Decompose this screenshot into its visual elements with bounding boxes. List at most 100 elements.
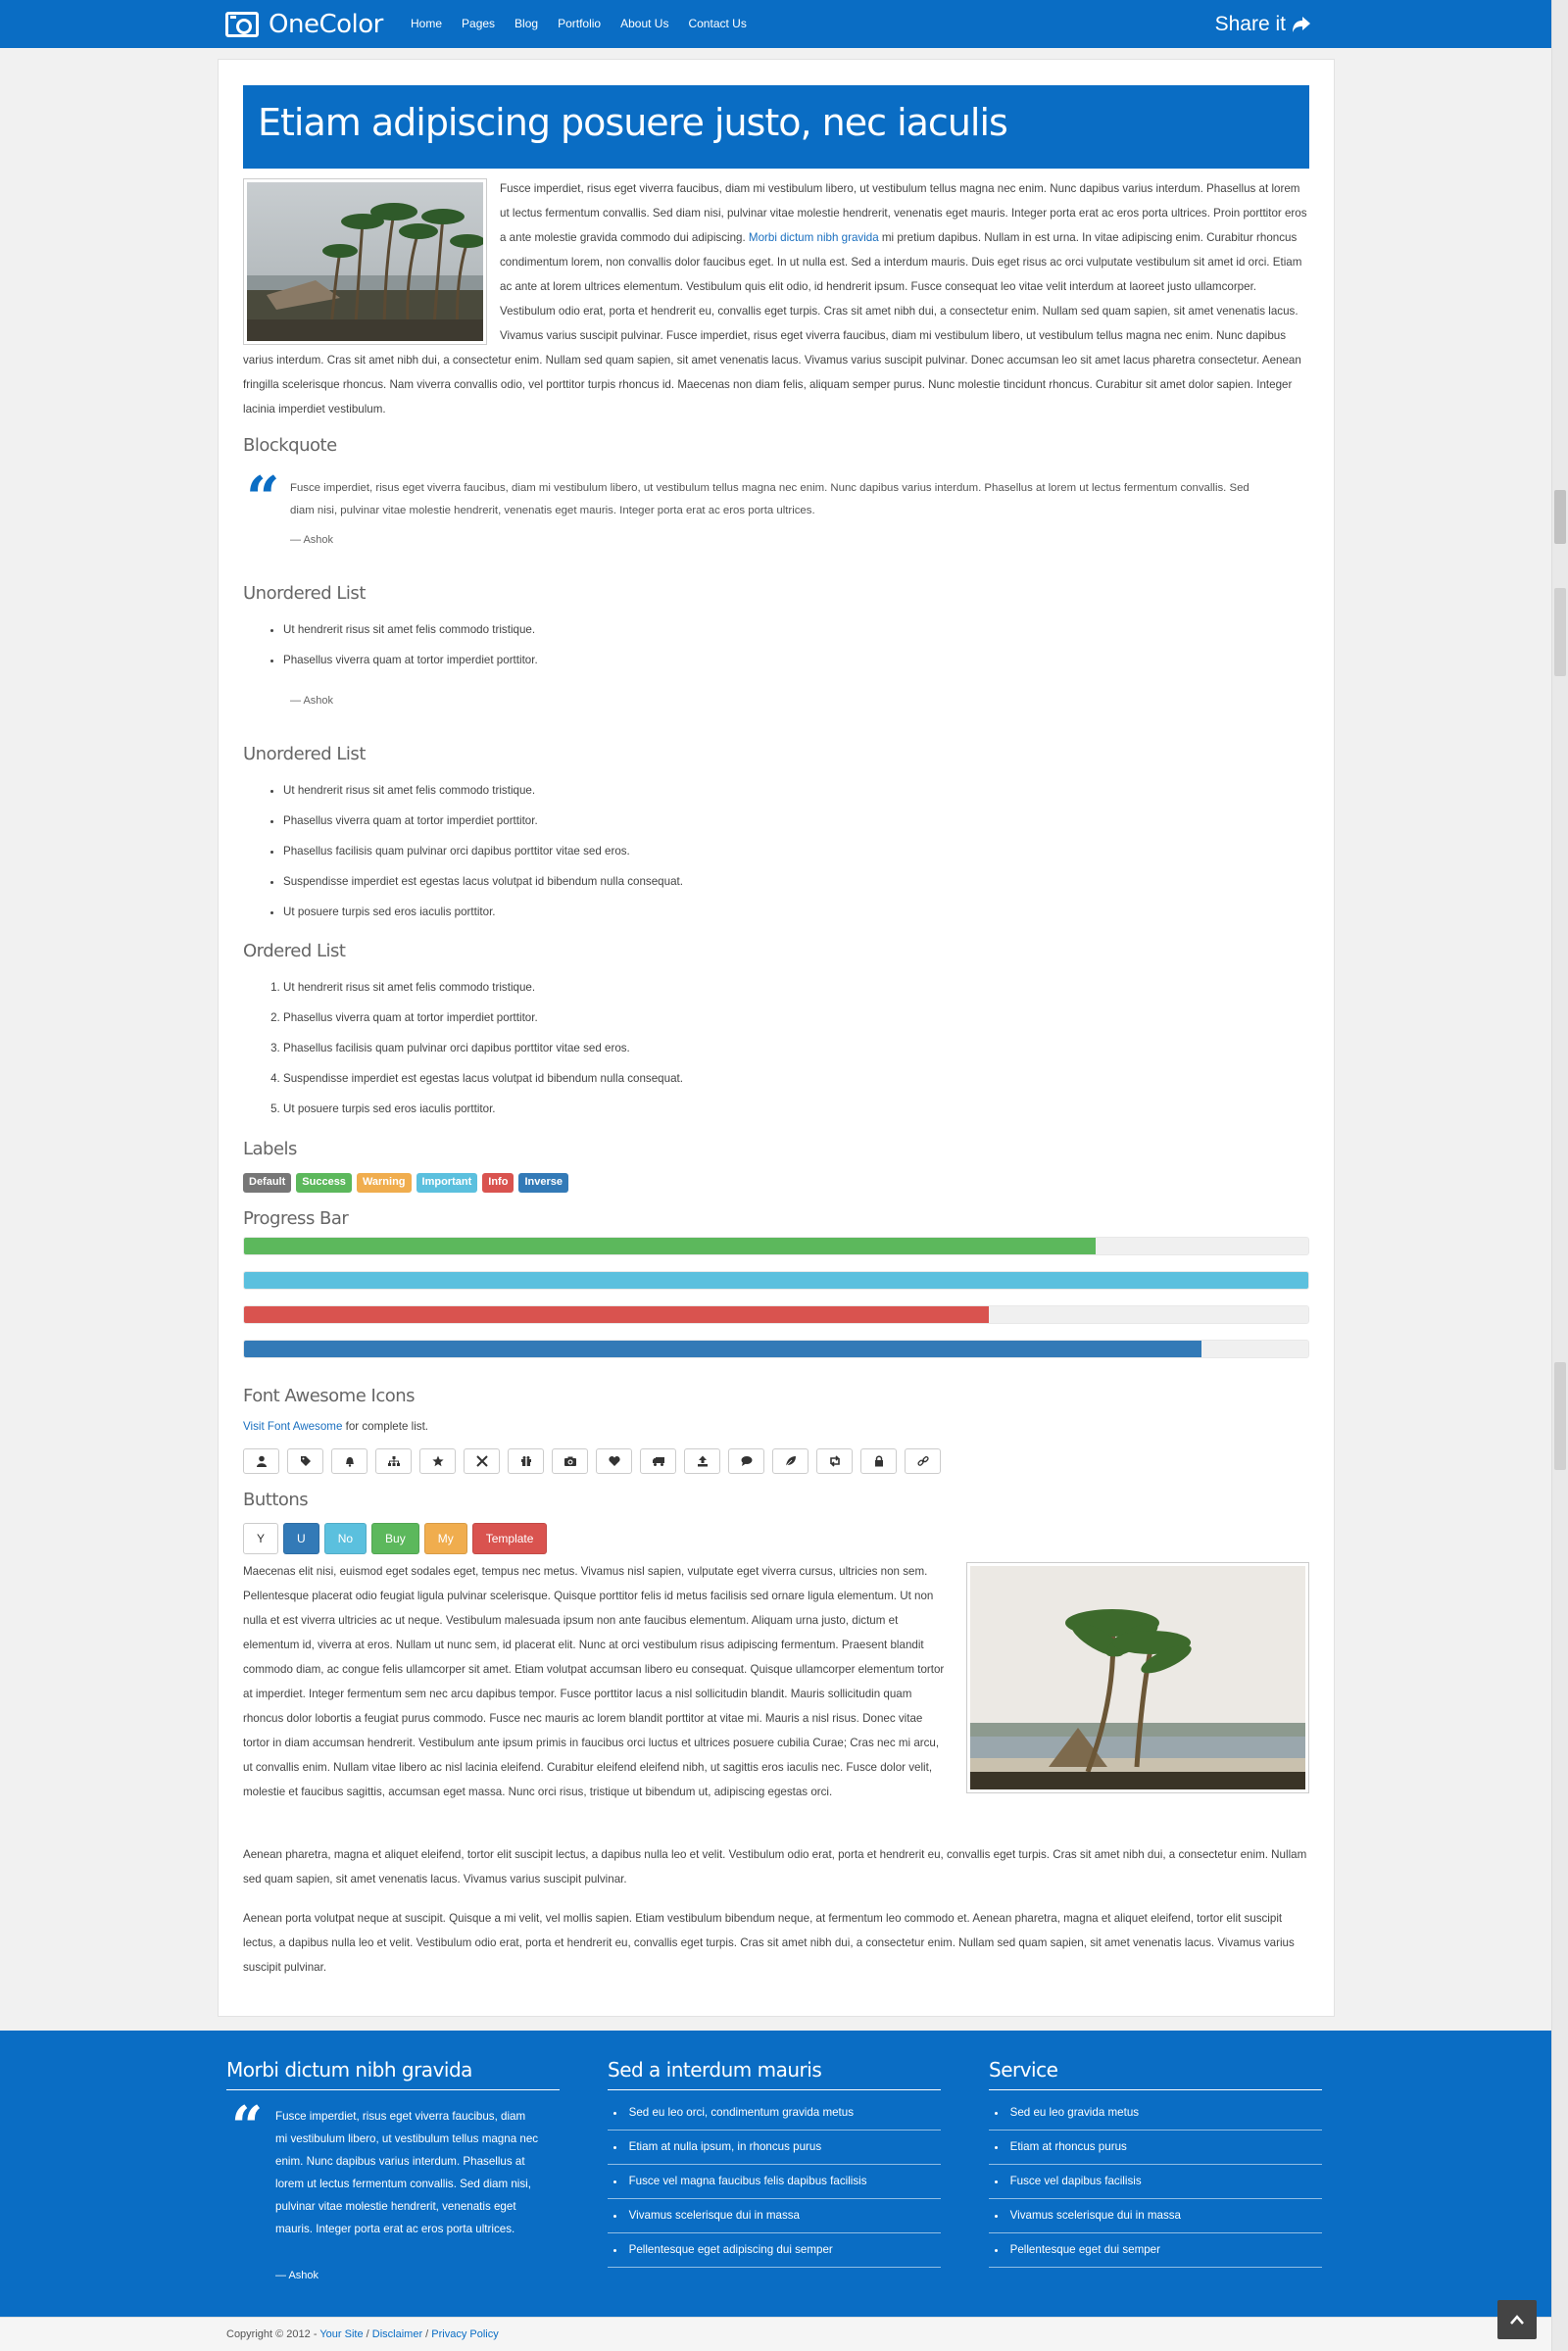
upload-icon[interactable] (684, 1448, 720, 1474)
footer-col-links-2: Service Sed eu leo gravida metus Etiam a… (989, 2058, 1322, 2268)
button-my[interactable]: My (423, 1523, 467, 1554)
heart-icon[interactable] (596, 1448, 632, 1474)
nav-portfolio[interactable]: Portfolio (558, 17, 601, 30)
brand-name: OneColor (269, 10, 383, 39)
retweet-icon[interactable] (816, 1448, 853, 1474)
list-item: Phasellus viverra quam at tortor imperdi… (283, 1010, 683, 1041)
page-scrollbar[interactable] (1551, 0, 1568, 2351)
progress-fill (244, 1238, 1096, 1254)
footer-link[interactable]: Pellentesque eget dui semper (989, 2233, 1322, 2268)
label-warning: Warning (356, 1173, 412, 1193)
blockquote-cite: — Ashok (290, 534, 334, 546)
unordered-list-heading: Unordered List (243, 583, 366, 604)
lock-icon[interactable] (860, 1448, 897, 1474)
progress-heading: Progress Bar (243, 1208, 349, 1229)
top-navbar: OneColor Home Pages Blog Portfolio About… (0, 0, 1551, 48)
footer-quote-cite: — Ashok (275, 2270, 319, 2281)
label-default: Default (243, 1173, 292, 1193)
buttons-heading: Buttons (243, 1490, 309, 1510)
footer-link[interactable]: Fusce vel dapibus facilisis (989, 2165, 1322, 2199)
label-info: Info (482, 1173, 514, 1193)
footer-col-title: Morbi dictum nibh gravida (226, 2058, 560, 2090)
disclaimer-link[interactable]: Disclaimer (372, 2328, 422, 2340)
share-label: Share it (1214, 13, 1286, 35)
footer-link[interactable]: Sed eu leo orci, condimentum gravida met… (608, 2096, 941, 2131)
footer-link[interactable]: Fusce vel magna faucibus felis dapibus f… (608, 2165, 941, 2199)
footer-link[interactable]: Vivamus scelerisque dui in massa (989, 2199, 1322, 2233)
brand-logo-link[interactable]: OneColor (225, 8, 383, 41)
gift-icon[interactable] (508, 1448, 544, 1474)
list-item: Phasellus viverra quam at tortor imperdi… (283, 813, 683, 844)
nav-about-us[interactable]: About Us (620, 17, 668, 30)
quote-mark-icon: “ (246, 465, 280, 533)
nav-contact-us[interactable]: Contact Us (688, 17, 746, 30)
truck-icon[interactable] (640, 1448, 676, 1474)
list-item: Suspendisse imperdiet est egestas lacus … (283, 1071, 683, 1102)
sitemap-icon[interactable] (375, 1448, 412, 1474)
camera-logo-icon (225, 12, 259, 37)
blockquote-heading: Blockquote (243, 435, 337, 456)
share-arrow-icon (1293, 17, 1310, 32)
list-item: Ut posuere turpis sed eros iaculis portt… (283, 1102, 683, 1132)
footer-link[interactable]: Etiam at rhoncus purus (989, 2131, 1322, 2165)
privacy-policy-link[interactable]: Privacy Policy (431, 2328, 498, 2340)
tag-icon[interactable] (287, 1448, 323, 1474)
nav-home[interactable]: Home (411, 17, 442, 30)
scrollbar-track-segment (1554, 588, 1566, 676)
chevron-up-icon (1510, 2315, 1524, 2325)
footer-link[interactable]: Etiam at nulla ipsum, in rhoncus purus (608, 2131, 941, 2165)
user-icon[interactable] (243, 1448, 279, 1474)
list-item: Ut hendrerit risus sit amet felis commod… (283, 622, 538, 653)
camera-icon[interactable] (552, 1448, 588, 1474)
button-template[interactable]: Template (471, 1523, 548, 1554)
back-to-top-button[interactable] (1497, 2300, 1537, 2339)
scrollbar-thumb[interactable] (1554, 490, 1566, 544)
ordered-list-heading: Ordered List (243, 941, 346, 961)
footer-link-list: Sed eu leo orci, condimentum gravida met… (608, 2096, 941, 2268)
blockquote-text: Fusce imperdiet, risus eget viverra fauc… (290, 482, 1250, 516)
list-item: Phasellus facilisis quam pulvinar orci d… (283, 844, 683, 874)
button-u[interactable]: U (283, 1523, 319, 1554)
footer-link[interactable]: Sed eu leo gravida metus (989, 2096, 1322, 2131)
footer: Morbi dictum nibh gravida “ Fusce imperd… (0, 2031, 1551, 2317)
article-paragraph-4: Aenean porta volutpat neque at suscipit.… (243, 1912, 1295, 1974)
intro-link[interactable]: Morbi dictum nibh gravida (749, 231, 879, 244)
label-important: Important (416, 1173, 478, 1193)
button-no[interactable]: No (323, 1523, 368, 1554)
content-card: Etiam adipiscing posuere justo, nec iacu… (218, 59, 1335, 2017)
bell-icon[interactable] (331, 1448, 368, 1474)
list-item: Ut posuere turpis sed eros iaculis portt… (283, 905, 683, 935)
article-image-beach (966, 1562, 1309, 1793)
progress-fill (244, 1272, 1308, 1289)
copyright-text: Copyright © 2012 - Your Site / Disclaime… (226, 2328, 499, 2340)
your-site-link[interactable]: Your Site (319, 2328, 363, 2340)
ordered-list: Ut hendrerit risus sit amet felis commod… (243, 980, 683, 1132)
icon-buttons-row (243, 1448, 941, 1474)
leaf-icon[interactable] (772, 1448, 808, 1474)
button-y[interactable]: Y (243, 1523, 279, 1554)
article-intro: Fusce imperdiet, risus eget viverra fauc… (243, 176, 1309, 421)
footer-col-links-1: Sed a interdum mauris Sed eu leo orci, c… (608, 2058, 941, 2268)
labels-heading: Labels (243, 1139, 297, 1159)
page-title: Etiam adipiscing posuere justo, nec iacu… (243, 85, 1309, 169)
button-buy[interactable]: Buy (371, 1523, 419, 1554)
separator: / (363, 2328, 372, 2340)
star-icon[interactable] (419, 1448, 456, 1474)
font-awesome-heading: Font Awesome Icons (243, 1386, 416, 1406)
link-icon[interactable] (905, 1448, 941, 1474)
nav-pages[interactable]: Pages (462, 17, 495, 30)
labels-row: Default Success Warning Important Info I… (243, 1173, 568, 1193)
visit-font-awesome-link[interactable]: Visit Font Awesome (243, 1420, 342, 1433)
separator: / (422, 2328, 432, 2340)
progress-fill (244, 1341, 1202, 1357)
main-nav: Home Pages Blog Portfolio About Us Conta… (411, 17, 766, 30)
footer-link[interactable]: Pellentesque eget adipiscing dui semper (608, 2233, 941, 2268)
comment-icon[interactable] (728, 1448, 764, 1474)
plane-icon[interactable] (464, 1448, 500, 1474)
share-button[interactable]: Share it (1215, 13, 1311, 36)
footer-col-title: Sed a interdum mauris (608, 2058, 941, 2090)
progress-bar-danger (243, 1305, 1309, 1324)
buttons-row: Y U No Buy My Template (243, 1523, 548, 1554)
footer-link[interactable]: Vivamus scelerisque dui in massa (608, 2199, 941, 2233)
nav-blog[interactable]: Blog (514, 17, 538, 30)
